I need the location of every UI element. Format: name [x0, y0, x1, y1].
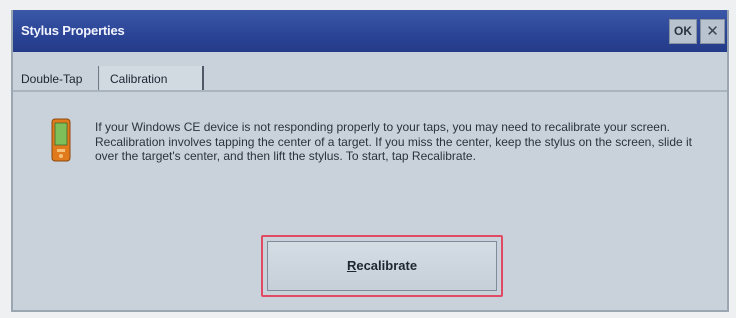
title-bar: Stylus Properties OK ✕ [13, 10, 727, 52]
close-icon[interactable]: ✕ [700, 19, 725, 44]
recalibrate-highlight: Recalibrate [261, 235, 503, 297]
ok-button[interactable]: OK [669, 19, 697, 44]
recalibrate-button[interactable]: Recalibrate [267, 241, 497, 291]
tab-strip: Double-Tap Calibration [13, 52, 727, 94]
recalibrate-label-rest: ecalibrate [356, 258, 418, 273]
calibration-info: If your Windows CE device is not respond… [95, 120, 705, 164]
tab-double-tap[interactable]: Double-Tap [17, 66, 99, 92]
stylus-properties-dialog: Stylus Properties OK ✕ Double-Tap Calibr… [11, 10, 729, 312]
tab-divider [13, 90, 727, 92]
tab-calibration[interactable]: Calibration [100, 66, 204, 92]
pocket-device-icon [51, 118, 71, 162]
info-paragraph-1: If your Windows CE device is not respond… [95, 120, 670, 134]
window-title: Stylus Properties [21, 23, 125, 38]
recalibrate-accel-letter: R [346, 258, 357, 273]
screenshot-frame: Stylus Properties OK ✕ Double-Tap Calibr… [0, 0, 736, 318]
info-paragraph-2: Recalibration involves tapping the cente… [95, 134, 692, 164]
